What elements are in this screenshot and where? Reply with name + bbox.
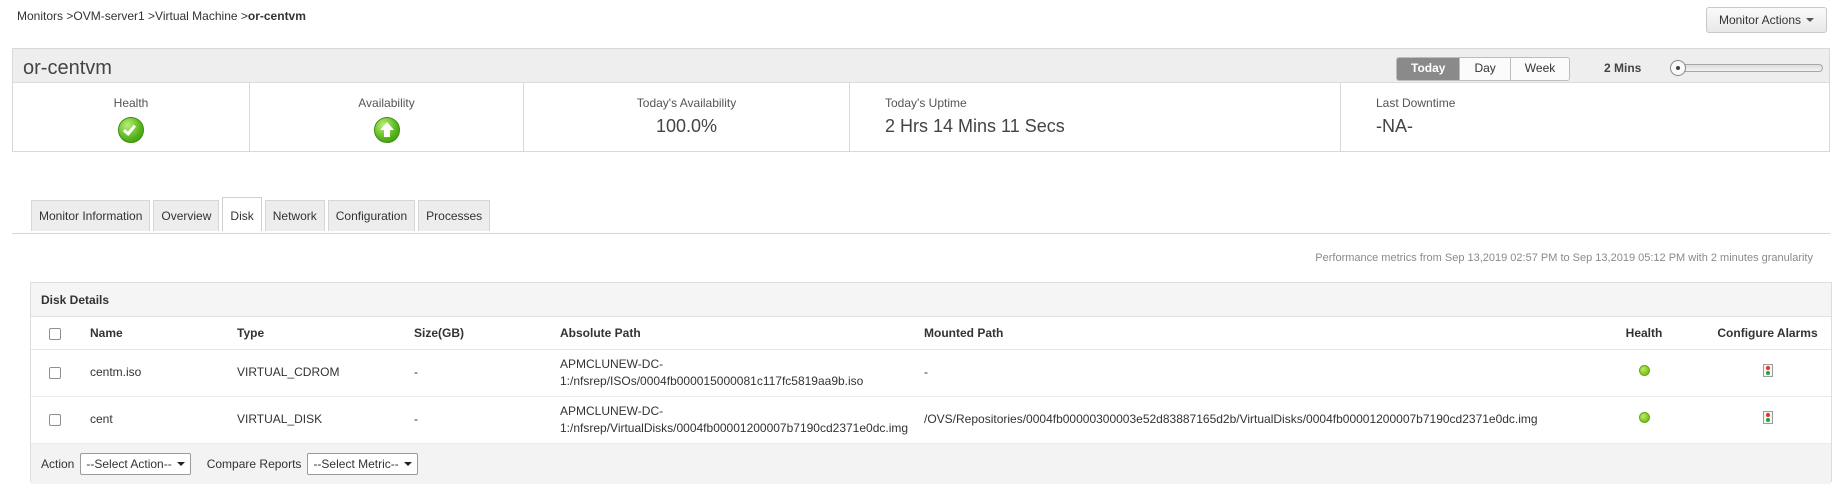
disk-mounted-path: /OVS/Repositories/0004fb00000300003e52d8…: [918, 396, 1584, 444]
caret-down-icon: [176, 461, 185, 466]
availability-label: Availability: [358, 96, 415, 110]
period-today-button[interactable]: Today: [1397, 58, 1461, 80]
disk-type: VIRTUAL_DISK: [231, 396, 408, 444]
row-checkbox[interactable]: [49, 366, 61, 379]
tab-bar: Monitor Information Overview Disk Networ…: [31, 197, 491, 231]
disk-size: -: [408, 396, 554, 444]
column-health: Health: [1584, 317, 1704, 350]
breadcrumb-virtual-machine[interactable]: Virtual Machine >: [155, 9, 248, 23]
health-label: Health: [113, 96, 149, 110]
disk-table: Name Type Size(GB) Absolute Path Mounted…: [31, 317, 1831, 444]
availability-stat: Availability: [250, 83, 524, 151]
disk-absolute-path: APMCLUNEW-DC- 1:/nfsrep/ISOs/0004fb000015…: [554, 349, 918, 397]
slider-handle[interactable]: [1670, 60, 1686, 76]
breadcrumb-ovm-server1[interactable]: OVM-server1 >: [73, 9, 155, 23]
monitor-actions-button[interactable]: Monitor Actions: [1705, 7, 1827, 33]
todays-availability-stat: Today's Availability 100.0%: [524, 83, 850, 151]
disk-type: VIRTUAL_CDROM: [231, 349, 408, 397]
table-row[interactable]: centm.iso VIRTUAL_CDROM - APMCLUNEW-DC- 1…: [31, 349, 1831, 397]
tab-disk[interactable]: Disk: [222, 197, 262, 231]
tab-processes[interactable]: Processes: [418, 200, 491, 231]
last-downtime-stat: Last Downtime -NA-: [1341, 83, 1831, 151]
disk-details-panel: Disk Details Name Type Size(GB) Absolute…: [30, 282, 1832, 484]
breadcrumb-current: or-centvm: [247, 9, 306, 23]
column-size: Size(GB): [408, 317, 554, 350]
interval-label: 2 Mins: [1604, 61, 1642, 75]
column-type: Type: [231, 317, 408, 350]
disk-details-title: Disk Details: [31, 283, 1831, 317]
todays-availability-label: Today's Availability: [636, 96, 737, 110]
compare-metric-select[interactable]: --Select Metric--: [307, 452, 418, 475]
column-absolute-path: Absolute Path: [554, 317, 918, 350]
todays-availability-value: 100.0%: [655, 116, 718, 136]
compare-reports-label: Compare Reports: [206, 456, 302, 471]
column-configure-alarms: Configure Alarms: [1704, 317, 1831, 350]
last-downtime-label: Last Downtime: [1376, 96, 1456, 110]
tab-network[interactable]: Network: [264, 200, 325, 231]
configure-alarm-icon[interactable]: [1762, 363, 1773, 377]
period-week-button[interactable]: Week: [1510, 58, 1570, 80]
interval-slider[interactable]: [1670, 60, 1823, 76]
health-stat: Health: [13, 83, 250, 151]
monitor-header-bar: or-centvm Today Day Week 2 Mins: [13, 49, 1829, 83]
tab-overview[interactable]: Overview: [153, 200, 220, 231]
todays-uptime-stat: Today's Uptime 2 Hrs 14 Mins 11 Secs: [850, 83, 1341, 151]
todays-uptime-value: 2 Hrs 14 Mins 11 Secs: [885, 116, 1065, 136]
last-downtime-value: -NA-: [1376, 116, 1413, 136]
disk-mounted-path: -: [918, 349, 1584, 397]
caret-down-icon: [403, 461, 412, 466]
health-ok-icon[interactable]: [1638, 365, 1650, 376]
todays-uptime-label: Today's Uptime: [885, 96, 967, 110]
disk-absolute-path: APMCLUNEW-DC- 1:/nfsrep/VirtualDisks/0004…: [554, 396, 918, 444]
monitor-summary-panel: or-centvm Today Day Week 2 Mins Health A…: [12, 48, 1830, 152]
monitor-title: or-centvm: [23, 57, 112, 79]
disk-table-header: Name Type Size(GB) Absolute Path Mounted…: [31, 317, 1831, 350]
table-row[interactable]: cent VIRTUAL_DISK - APMCLUNEW-DC- 1:/nfsr…: [31, 396, 1831, 444]
disk-actions-bar: Action --Select Action-- Compare Reports…: [31, 443, 1831, 484]
caret-down-icon: [1806, 18, 1814, 22]
configure-alarm-icon[interactable]: [1762, 410, 1773, 424]
tab-monitor-information[interactable]: Monitor Information: [31, 200, 151, 231]
disk-size: -: [408, 349, 554, 397]
stats-row: Health Availability Today's Availability…: [13, 83, 1829, 151]
tab-divider: [12, 233, 1830, 234]
disk-name: cent: [84, 396, 231, 444]
column-mounted-path: Mounted Path: [918, 317, 1584, 350]
breadcrumb: Monitors >OVM-server1 >Virtual Machine >…: [17, 9, 306, 23]
health-check-icon[interactable]: [118, 117, 144, 143]
breadcrumb-monitors[interactable]: Monitors >: [17, 9, 73, 23]
select-all-checkbox[interactable]: [49, 327, 61, 340]
monitor-actions-label: Monitor Actions: [1718, 13, 1801, 27]
action-select[interactable]: --Select Action--: [80, 452, 191, 475]
row-checkbox[interactable]: [49, 413, 61, 426]
disk-name: centm.iso: [84, 349, 231, 397]
health-ok-icon[interactable]: [1638, 412, 1650, 423]
column-name: Name: [84, 317, 231, 350]
action-label: Action: [41, 456, 75, 471]
availability-up-arrow-icon[interactable]: [373, 117, 400, 143]
tab-configuration[interactable]: Configuration: [327, 200, 416, 231]
period-selector: Today Day Week: [1396, 57, 1571, 81]
period-day-button[interactable]: Day: [1460, 58, 1511, 80]
performance-metrics-note: Performance metrics from Sep 13,2019 02:…: [1315, 252, 1813, 264]
